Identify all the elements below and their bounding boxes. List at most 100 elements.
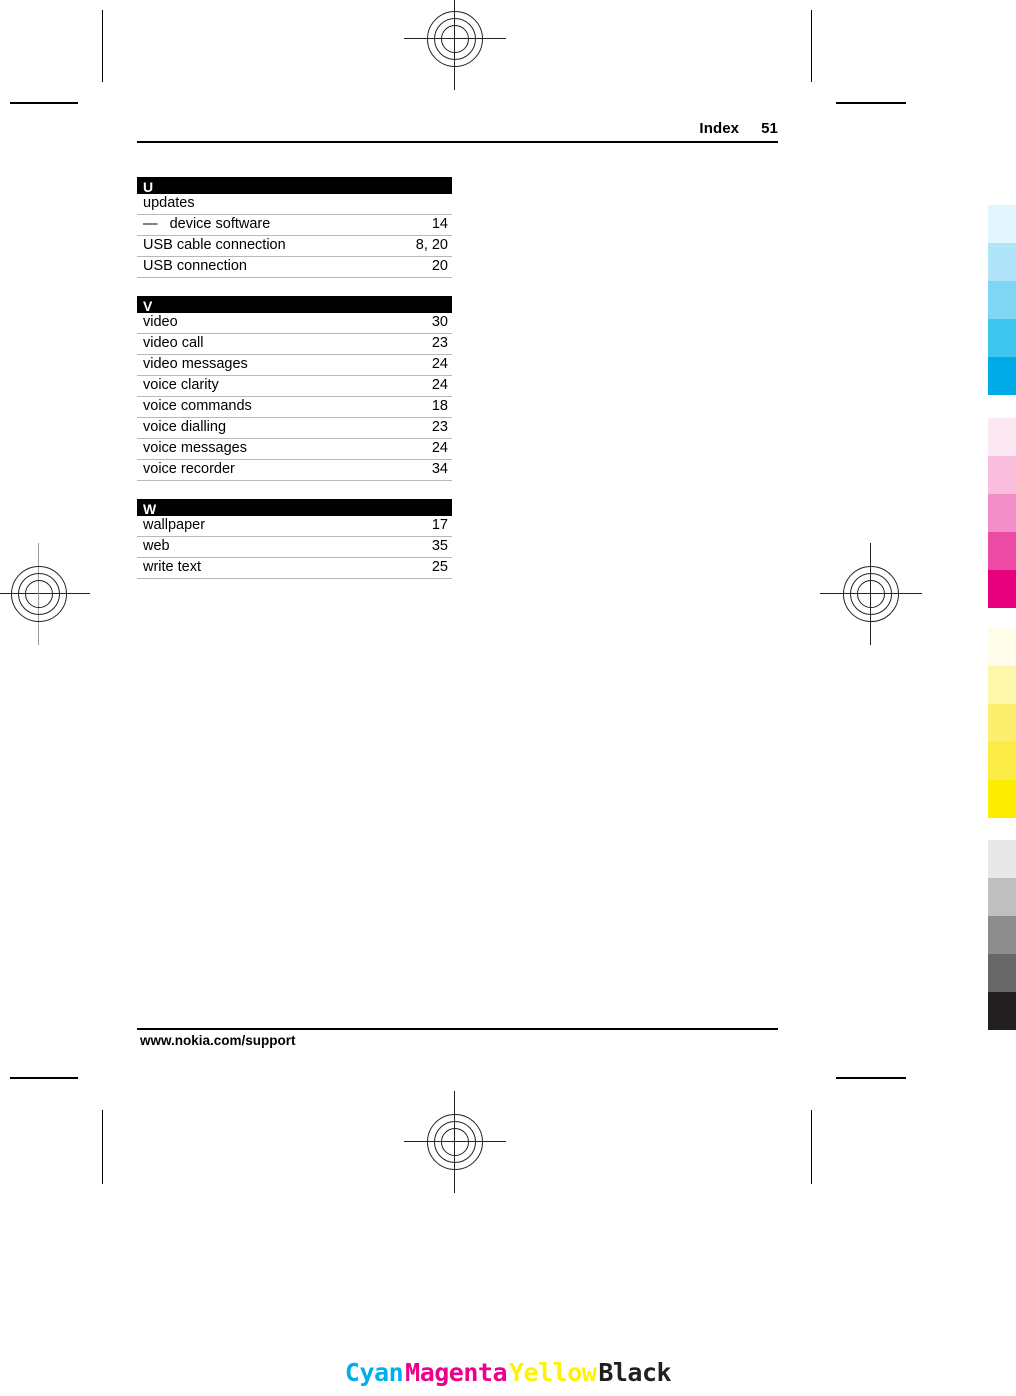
index-entry-page-numbers: 30 [431,314,448,330]
calibration-swatch [988,243,1016,281]
crop-mark-top-right-vertical [811,10,812,82]
index-entry-row[interactable]: video messages 24 [137,355,452,376]
calibration-swatch [988,954,1016,992]
index-entry-page-numbers: 24 [431,377,448,393]
registration-ring-inner [441,1128,469,1156]
index-entry-term: voice messages [143,440,247,456]
calibration-swatch [988,916,1016,954]
cmyk-plate-label-cyan: Cyan [344,1358,404,1387]
index-entry-row[interactable]: voice messages 24 [137,439,452,460]
index-entry-term: wallpaper [143,517,206,533]
index-entry-term: voice commands [143,398,252,414]
calibration-grey-ramp [988,840,1016,1030]
page-number: 51 [761,120,778,137]
calibration-swatch [988,532,1016,570]
crop-mark-bottom-right-horizontal [836,1077,906,1079]
crop-mark-bottom-right-vertical [811,1110,812,1184]
calibration-swatch [988,570,1016,608]
crop-mark-bottom-left-vertical [102,1110,103,1184]
index-entry-page-numbers: 24 [431,356,448,372]
index-entry-row[interactable]: video call 23 [137,334,452,355]
registration-ring-inner [25,580,53,608]
calibration-swatch [988,878,1016,916]
index-entry-row[interactable]: web 35 [137,537,452,558]
registration-mark-bottom [404,1091,506,1193]
page-running-head: Index 51 [137,120,778,143]
index-entry-row[interactable]: voice recorder 34 [137,460,452,481]
calibration-swatch [988,628,1016,666]
running-head-label: Index [699,120,740,137]
calibration-swatch [988,281,1016,319]
index-entry-term: web [143,538,170,554]
calibration-swatch [988,704,1016,742]
index-section: Wwallpaper 17 web 35 write text 25 [137,499,452,579]
printed-page-sheet: Index 51 Uupdates — device software 14 USB c… [0,0,1016,1396]
index-entry-row[interactable]: USB connection 20 [137,257,452,278]
calibration-swatch [988,319,1016,357]
registration-mark-top [404,0,506,90]
cmyk-plate-label-magenta: Magenta [405,1358,507,1387]
calibration-yellow-ramp [988,628,1016,818]
calibration-cyan-ramp [988,205,1016,395]
index-section: Vvideo 30 video call 23 video messages 24 voic… [137,296,452,481]
registration-ring-inner [441,25,469,53]
crop-mark-top-left-vertical [102,10,103,82]
index-entry-row[interactable]: — device software 14 [137,215,452,236]
cmyk-plate-label-black: Black [598,1358,672,1387]
calibration-swatch [988,205,1016,243]
index-entry-term: voice dialling [143,419,227,435]
running-head-text: Index 51 [137,120,778,141]
index-letter-heading: W [137,499,452,517]
index-entry-page-numbers: 35 [431,538,448,554]
index-entry-term: video call [143,335,204,351]
index-entry-row[interactable]: wallpaper 17 [137,516,452,537]
index-entry-row[interactable]: USB cable connection 8, 20 [137,236,452,257]
index-entry-page-numbers: 34 [431,461,448,477]
calibration-swatch [988,666,1016,704]
crop-mark-top-left-horizontal [10,102,78,104]
calibration-swatch [988,357,1016,395]
index-entry-term: USB connection [143,258,247,274]
index-section: Uupdates — device software 14 USB cable con… [137,177,452,278]
index-entry-term: updates [143,195,195,211]
calibration-swatch [988,494,1016,532]
index-entry-page-numbers: 18 [431,398,448,414]
index-entry-term: video messages [143,356,248,372]
index-entry-page-numbers: 20 [431,258,448,274]
index-entry-page-numbers: 24 [431,440,448,456]
index-entry-row[interactable]: voice clarity 24 [137,376,452,397]
index-entry-page-numbers: 14 [431,216,448,232]
index-entry-row[interactable]: write text 25 [137,558,452,579]
calibration-swatch [988,456,1016,494]
header-rule [137,141,778,143]
index-entry-term: voice recorder [143,461,235,477]
index-entry-term: video [143,314,178,330]
index-table: Uupdates — device software 14 USB cable con… [137,177,452,597]
index-entry-page-numbers: 23 [431,335,448,351]
crop-mark-top-right-horizontal [836,102,906,104]
index-entry-page-numbers: 8, 20 [415,237,448,253]
index-entry-row[interactable]: voice commands 18 [137,397,452,418]
footer-rule [137,1028,778,1030]
index-letter-heading: U [137,177,452,195]
calibration-swatch [988,992,1016,1030]
registration-mark-right [820,543,922,645]
calibration-swatch [988,840,1016,878]
index-entry-page-numbers: 17 [431,517,448,533]
index-entry-row[interactable]: video 30 [137,313,452,334]
index-entry-row[interactable]: updates [137,194,452,215]
index-entry-term: USB cable connection [143,237,286,253]
crop-mark-bottom-left-horizontal [10,1077,78,1079]
index-entry-page-numbers: 23 [431,419,448,435]
cmyk-plate-caption: CyanMagentaYellowBlack [0,1358,1016,1387]
footer-support-url: www.nokia.com/support [140,1033,296,1048]
index-letter-heading: V [137,296,452,314]
calibration-swatch [988,780,1016,818]
calibration-magenta-ramp [988,418,1016,608]
cmyk-plate-label-yellow: Yellow [509,1358,597,1387]
index-entry-row[interactable]: voice dialling 23 [137,418,452,439]
index-entry-term: write text [143,559,202,575]
index-entry-term: — device software [143,216,271,232]
index-entry-term: voice clarity [143,377,219,393]
registration-mark-left [0,543,90,645]
